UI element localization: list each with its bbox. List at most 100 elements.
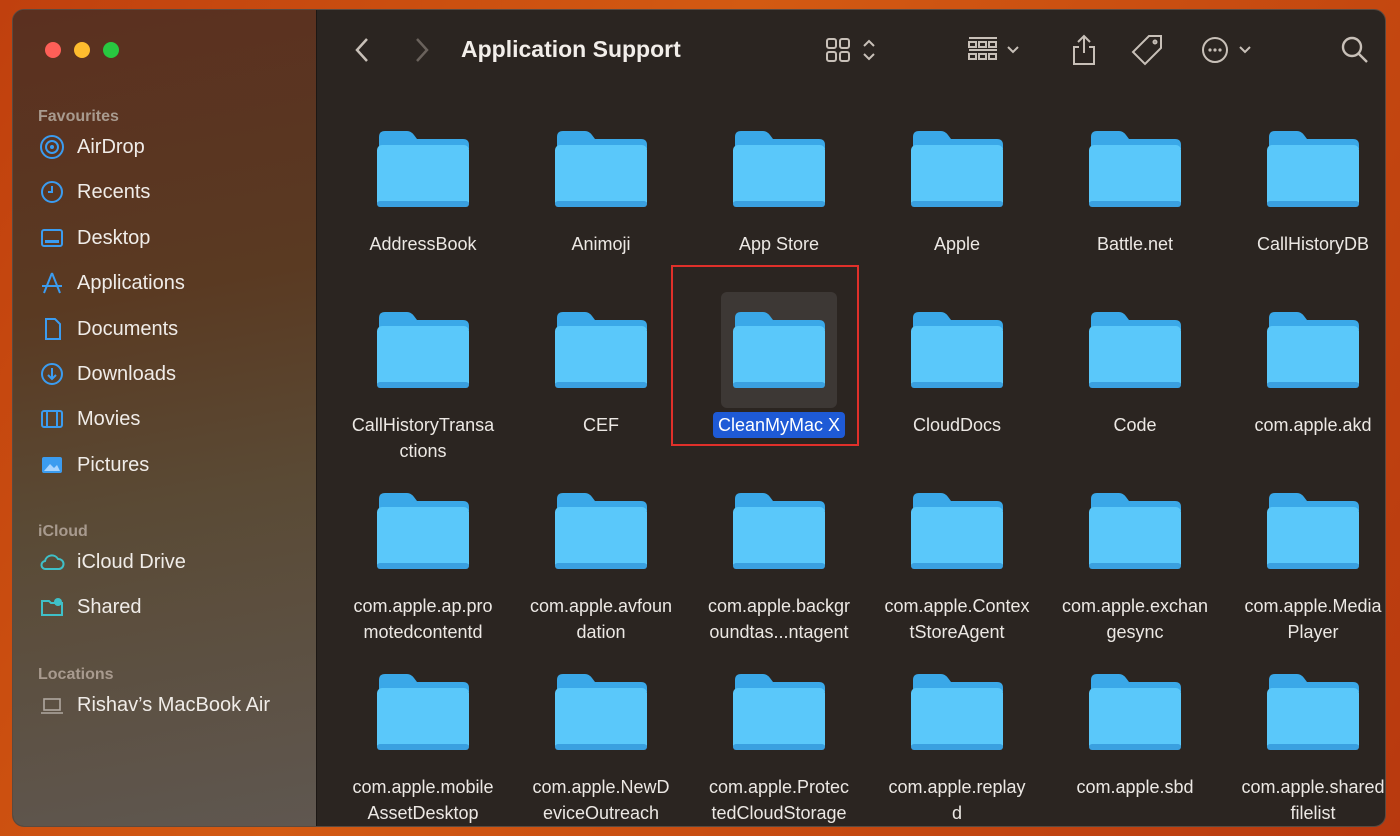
sidebar-item-label: Pictures	[77, 453, 150, 476]
folder-item[interactable]: com.apple.avfoun dation	[512, 491, 690, 645]
folder-name: App Store	[738, 234, 820, 254]
folder-item[interactable]: com.apple.Protec tedCloudStorage	[690, 672, 868, 826]
folder-item[interactable]: com.apple.shared filelist	[1224, 672, 1385, 826]
folder-item[interactable]: com.apple.exchan gesync	[1046, 491, 1224, 645]
folder-icon	[1087, 672, 1183, 752]
folder-icon	[553, 672, 649, 752]
sidebar-item-downloads[interactable]: Downloads	[39, 359, 176, 389]
icon-view-icon[interactable]	[824, 34, 884, 66]
folder-name: com.apple.ap.pro motedcontentd	[353, 596, 493, 642]
more-icon[interactable]	[1200, 34, 1260, 66]
forward-icon[interactable]	[413, 34, 431, 66]
folder-item[interactable]: com.apple.akd	[1224, 310, 1385, 438]
folder-icon	[375, 491, 471, 571]
folder-item[interactable]: CEF	[512, 310, 690, 438]
folder-icon	[375, 310, 471, 390]
folder-item[interactable]: com.apple.replay d	[868, 672, 1046, 826]
folder-icon	[1265, 491, 1361, 571]
film-icon	[39, 406, 65, 432]
folder-icon	[1265, 672, 1361, 752]
document-icon	[39, 316, 65, 342]
folder-icon	[1265, 129, 1361, 209]
folder-item[interactable]: App Store	[690, 129, 868, 257]
photo-icon	[39, 452, 65, 478]
folder-name: com.apple.sbd	[1076, 777, 1194, 797]
folder-item[interactable]: CallHistoryTransa ctions	[334, 310, 512, 464]
folder-name: Animoji	[571, 234, 631, 254]
folder-icon	[909, 310, 1005, 390]
folder-icon	[1087, 310, 1183, 390]
sidebar-item-pictures[interactable]: Pictures	[39, 450, 149, 480]
folder-name: AddressBook	[369, 234, 477, 254]
folder-item[interactable]: com.apple.Media Player	[1224, 491, 1385, 645]
folder-name: CEF	[583, 415, 619, 435]
folder-item[interactable]: Apple	[868, 129, 1046, 257]
folder-name: com.apple.mobile AssetDesktop	[352, 777, 494, 823]
sidebar-item-label: Documents	[77, 317, 179, 340]
folder-icon	[553, 491, 649, 571]
folder-name: Battle.net	[1096, 234, 1174, 254]
folder-icon	[731, 672, 827, 752]
back-icon[interactable]	[353, 34, 371, 66]
folder-name: Code	[1113, 415, 1157, 435]
zoom-button[interactable]	[103, 42, 119, 58]
sidebar: Favourites AirDrop Recents Desktop Applicati…	[13, 10, 317, 826]
folder-item[interactable]: com.apple.Contex tStoreAgent	[868, 491, 1046, 645]
desktop-icon	[39, 225, 65, 251]
minimize-button[interactable]	[74, 42, 90, 58]
folder-item[interactable]: CloudDocs	[868, 310, 1046, 438]
sidebar-item-label: Desktop	[77, 226, 151, 249]
highlight-box	[671, 265, 859, 446]
folder-icon	[731, 129, 827, 209]
folder-name: com.apple.Protec tedCloudStorage	[708, 777, 850, 823]
folder-item[interactable]: com.apple.NewD eviceOutreach	[512, 672, 690, 826]
folder-icon	[1087, 491, 1183, 571]
folder-item[interactable]: AddressBook	[334, 129, 512, 257]
folder-name: com.apple.Contex tStoreAgent	[884, 596, 1030, 642]
search-icon[interactable]	[1340, 34, 1370, 66]
folder-name: com.apple.backgr oundtas...ntagent	[707, 596, 851, 642]
share-icon[interactable]	[1070, 34, 1098, 66]
folder-icon	[553, 129, 649, 209]
folder-item[interactable]: Animoji	[512, 129, 690, 257]
folder-item[interactable]: com.apple.ap.pro motedcontentd	[334, 491, 512, 645]
folder-item[interactable]: Code	[1046, 310, 1224, 438]
folder-item[interactable]: CallHistoryDB	[1224, 129, 1385, 257]
sidebar-item-label: AirDrop	[77, 135, 145, 158]
sidebar-item-desktop[interactable]: Desktop	[39, 223, 150, 253]
sidebar-item-rishav-s-macbook-air[interactable]: Rishav’s MacBook Air	[39, 690, 270, 720]
sidebar-item-label: Shared	[77, 595, 142, 618]
folder-icon	[909, 491, 1005, 571]
shared-folder-icon	[39, 594, 65, 620]
sidebar-item-airdrop[interactable]: AirDrop	[39, 132, 145, 162]
folder-name: CallHistoryDB	[1256, 234, 1370, 254]
sidebar-item-icloud-drive[interactable]: iCloud Drive	[39, 547, 186, 577]
sidebar-item-documents[interactable]: Documents	[39, 314, 178, 344]
toolbar: Application Support	[318, 10, 1385, 90]
folder-name: com.apple.akd	[1254, 415, 1372, 435]
sidebar-section-header: iCloud	[38, 523, 88, 540]
sidebar-item-recents[interactable]: Recents	[39, 177, 150, 207]
sidebar-item-label: Movies	[77, 407, 141, 430]
sidebar-item-label: Rishav’s MacBook Air	[77, 693, 271, 716]
folder-item[interactable]: com.apple.mobile AssetDesktop	[334, 672, 512, 826]
folder-name: com.apple.exchan gesync	[1061, 596, 1209, 642]
folder-item[interactable]: com.apple.backgr oundtas...ntagent	[690, 491, 868, 645]
tag-icon[interactable]	[1131, 34, 1165, 66]
folder-icon	[375, 672, 471, 752]
sidebar-item-movies[interactable]: Movies	[39, 404, 140, 434]
sidebar-item-label: iCloud Drive	[77, 550, 186, 573]
window-title: Application Support	[461, 36, 681, 62]
folder-item[interactable]: Battle.net	[1046, 129, 1224, 257]
folder-icon	[731, 491, 827, 571]
folder-icon	[1265, 310, 1361, 390]
sidebar-item-applications[interactable]: Applications	[39, 268, 185, 298]
close-button[interactable]	[45, 42, 61, 58]
applications-icon	[39, 270, 65, 296]
folder-name: com.apple.shared filelist	[1241, 777, 1385, 823]
folder-icon	[553, 310, 649, 390]
folder-name: CallHistoryTransa ctions	[351, 415, 495, 461]
folder-item[interactable]: com.apple.sbd	[1046, 672, 1224, 800]
group-icon[interactable]	[966, 34, 1026, 66]
sidebar-item-shared[interactable]: Shared	[39, 592, 142, 622]
